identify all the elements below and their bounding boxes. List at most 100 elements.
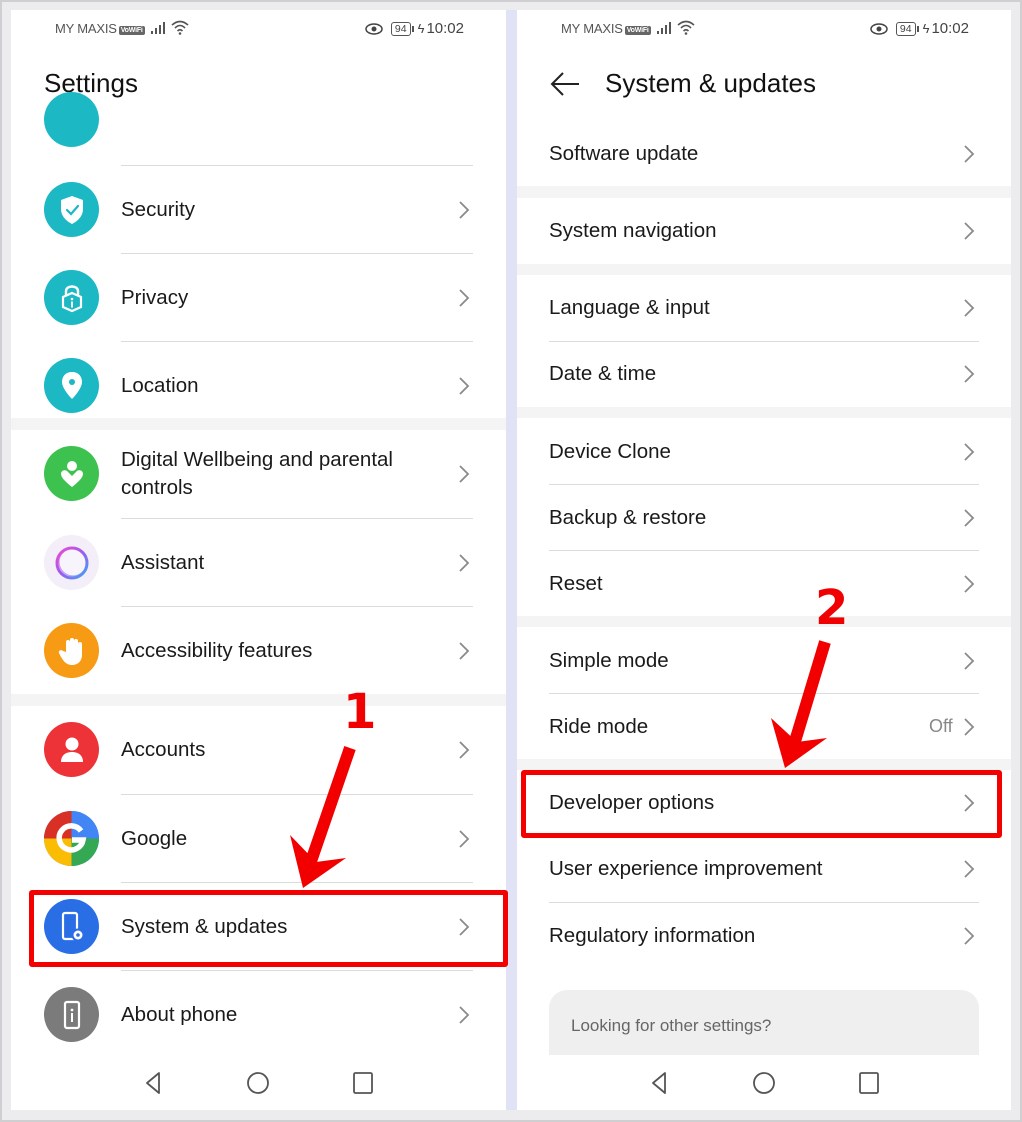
- menu-item-date-time[interactable]: Date & time: [517, 342, 1011, 407]
- menu-item-backup-restore[interactable]: Backup & restore: [517, 485, 1011, 550]
- settings-item-accounts[interactable]: Accounts: [11, 706, 506, 794]
- navigation-bar: [517, 1055, 1011, 1110]
- carrier-name: MY MAXIS: [561, 21, 623, 36]
- settings-group-system: Accounts Google System & updates About p…: [11, 706, 506, 1066]
- menu-item-ride-mode[interactable]: Ride mode Off: [517, 694, 1011, 759]
- chevron-right-icon: [963, 298, 975, 318]
- settings-group-security: Security Privacy Location: [11, 92, 506, 418]
- settings-item-digital-wellbeing[interactable]: Digital Wellbeing and parental controls: [11, 430, 506, 518]
- carrier-label: MY MAXIS VoWiFi: [561, 21, 651, 36]
- nav-home-icon[interactable]: [751, 1070, 777, 1096]
- chevron-right-icon: [963, 144, 975, 164]
- safety-icon: [44, 92, 99, 147]
- chevron-right-icon: [458, 1005, 470, 1025]
- step-number-1: 1: [343, 684, 377, 740]
- assistant-orb-icon: [44, 535, 99, 590]
- settings-item-google[interactable]: Google: [11, 795, 506, 883]
- ride-mode-status: Off: [929, 716, 953, 736]
- clock: 10:02: [426, 20, 464, 37]
- settings-item-accessibility[interactable]: Accessibility features: [11, 607, 506, 694]
- menu-item-simple-mode[interactable]: Simple mode: [517, 627, 1011, 693]
- back-arrow-icon[interactable]: [549, 70, 583, 98]
- page-title: System & updates: [605, 68, 816, 98]
- item-label: System navigation: [549, 219, 717, 242]
- arrow-step-2-icon: [771, 640, 831, 768]
- item-label: Regulatory information: [549, 924, 756, 947]
- heart-person-icon: [44, 446, 99, 501]
- nav-back-icon[interactable]: [141, 1070, 167, 1096]
- step-number-2: 2: [815, 580, 849, 636]
- phone-info-icon: [44, 987, 99, 1042]
- menu-item-user-experience[interactable]: User experience improvement: [517, 837, 1011, 902]
- status-right: 94 ϟ 10:02: [365, 20, 464, 37]
- chevron-right-icon: [458, 641, 470, 661]
- group-software-update: Software update: [517, 120, 1011, 186]
- chevron-right-icon: [963, 442, 975, 462]
- item-label: Assistant: [121, 551, 205, 574]
- settings-item-location[interactable]: Location: [11, 342, 506, 418]
- settings-item-assistant[interactable]: Assistant: [11, 519, 506, 607]
- wifi-icon: [171, 20, 189, 35]
- nav-back-icon[interactable]: [647, 1070, 673, 1096]
- item-label: Reset: [549, 572, 603, 595]
- system-updates-screen: MY MAXIS VoWiFi 94 ϟ 10:02 System & updat…: [517, 10, 1011, 1110]
- item-label: Google: [121, 827, 188, 850]
- hand-icon: [44, 623, 99, 678]
- location-pin-icon: [44, 358, 99, 413]
- item-label: Security: [121, 198, 196, 221]
- chevron-right-icon: [458, 288, 470, 308]
- menu-item-reset[interactable]: Reset: [517, 551, 1011, 616]
- settings-item-security[interactable]: Security: [11, 166, 506, 254]
- chevron-right-icon: [963, 859, 975, 879]
- chevron-right-icon: [458, 553, 470, 573]
- nav-recents-icon[interactable]: [856, 1070, 882, 1096]
- settings-item-about-phone[interactable]: About phone: [11, 971, 506, 1059]
- settings-item-privacy[interactable]: Privacy: [11, 254, 506, 342]
- shield-check-icon: [44, 182, 99, 237]
- arrow-step-1-icon: [290, 746, 356, 888]
- eye-comfort-icon: [365, 22, 383, 35]
- item-label: Language & input: [549, 296, 710, 319]
- chevron-right-icon: [458, 829, 470, 849]
- status-right: 94 ϟ 10:02: [870, 20, 969, 37]
- charging-icon: ϟ: [922, 21, 930, 36]
- chevron-right-icon: [963, 651, 975, 671]
- navigation-bar: [11, 1055, 506, 1110]
- person-icon: [44, 722, 99, 777]
- chevron-right-icon: [963, 508, 975, 528]
- chevron-right-icon: [458, 740, 470, 760]
- clock: 10:02: [931, 20, 969, 37]
- menu-item-regulatory[interactable]: Regulatory information: [517, 903, 1011, 968]
- menu-item-system-navigation[interactable]: System navigation: [517, 198, 1011, 264]
- group-language-date: Language & input Date & time: [517, 275, 1011, 407]
- item-label: Privacy: [121, 286, 189, 309]
- item-label: Digital Wellbeing and parental controls: [121, 448, 393, 499]
- item-label: About phone: [121, 1003, 238, 1026]
- signal-icon: [151, 22, 165, 34]
- item-label: User experience improvement: [549, 857, 823, 880]
- menu-item-device-clone[interactable]: Device Clone: [517, 418, 1011, 484]
- nav-home-icon[interactable]: [245, 1070, 271, 1096]
- battery-level: 94: [390, 21, 414, 36]
- chevron-right-icon: [458, 464, 470, 484]
- item-label: Accessibility features: [121, 638, 313, 662]
- group-modes: Simple mode Ride mode Off: [517, 627, 1011, 759]
- group-clone-backup-reset: Device Clone Backup & restore Reset: [517, 418, 1011, 616]
- item-label: Simple mode: [549, 649, 669, 672]
- menu-item-language-input[interactable]: Language & input: [517, 275, 1011, 341]
- item-label: Device Clone: [549, 440, 671, 463]
- charging-icon: ϟ: [417, 21, 425, 36]
- vowifi-badge: VoWiFi: [624, 26, 651, 35]
- chevron-right-icon: [963, 364, 975, 384]
- chevron-right-icon: [963, 574, 975, 594]
- menu-item-software-update[interactable]: Software update: [517, 120, 1011, 186]
- chevron-right-icon: [963, 926, 975, 946]
- carrier-label: MY MAXIS VoWiFi: [55, 21, 145, 36]
- item-label: Accounts: [121, 738, 206, 761]
- chevron-right-icon: [963, 717, 975, 737]
- lock-info-icon: [44, 270, 99, 325]
- nav-recents-icon[interactable]: [350, 1070, 376, 1096]
- battery-level: 94: [895, 21, 919, 36]
- wifi-icon: [677, 20, 695, 35]
- highlight-box-system-updates: [29, 890, 508, 967]
